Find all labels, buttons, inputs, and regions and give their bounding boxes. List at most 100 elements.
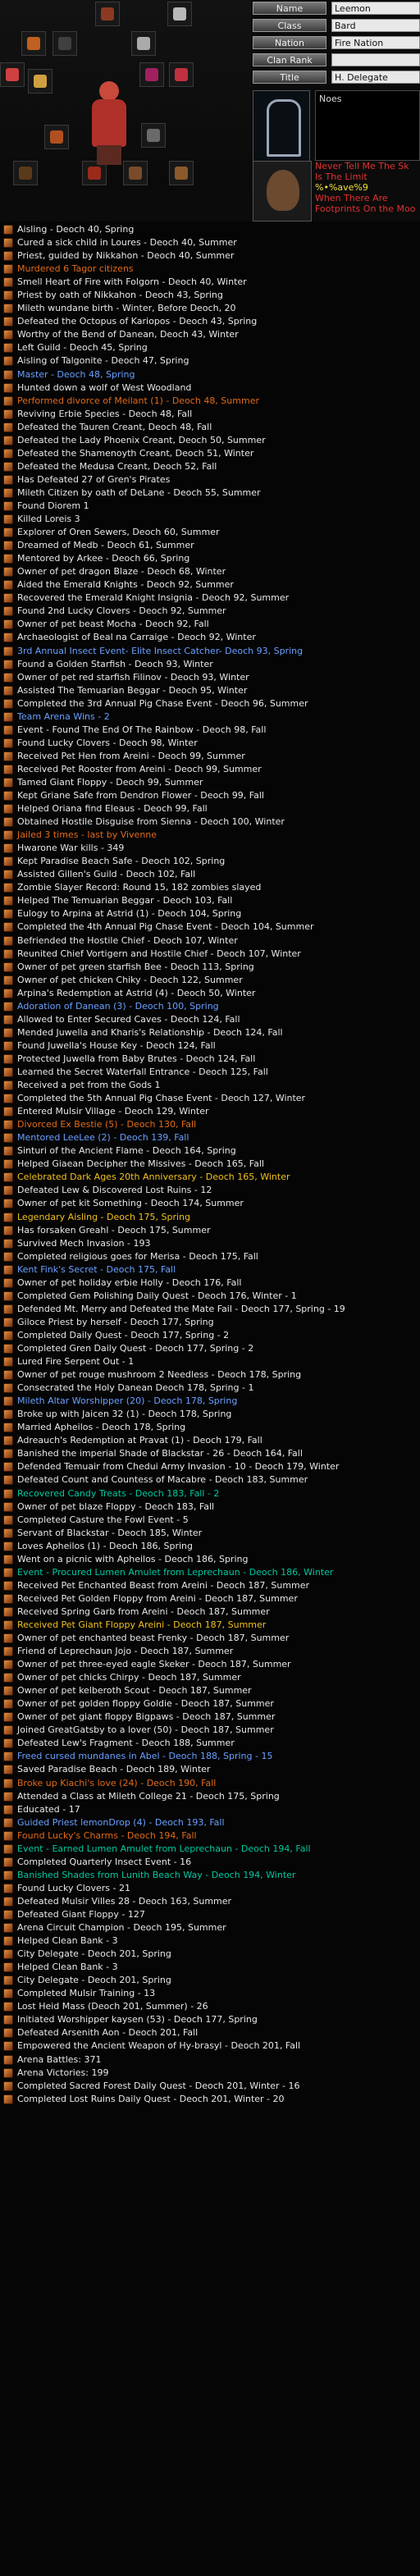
legend-mark: Event - Found The End Of The Rainbow - D… [0, 724, 420, 737]
legend-mark: Event - Earned Lumen Amulet from Leprech… [0, 1843, 420, 1856]
legend-mark-text: Helped Oriana find Eleaus - Deoch 99, Fa… [17, 803, 208, 815]
legend-mark-text: Received Pet Giant Floppy Areini - Deoch… [17, 1619, 267, 1630]
notes-box[interactable]: Noes [315, 90, 420, 161]
equip-slot-left-ring[interactable] [0, 62, 25, 87]
equip-slot-helmet[interactable] [95, 2, 120, 26]
legend-mark: Found Lucky Clovers - 21 [0, 1882, 420, 1895]
legend-mark-text: Helped The Temuarian Beggar - Deoch 103,… [17, 895, 233, 907]
equip-slot-weapon[interactable] [21, 31, 46, 56]
legend-mark: Owner of pet golden floppy Goldie - Deoc… [0, 1697, 420, 1710]
legend-mark: Owner of pet kelberoth Scout - Deoch 187… [0, 1684, 420, 1697]
legend-mark-icon [3, 593, 13, 604]
legend-mark-text: Owner of pet holiday erbie Holly - Deoch… [17, 1277, 242, 1288]
legend-mark-icon [3, 2094, 13, 2104]
legend-mark-icon [3, 1212, 13, 1222]
equip-slot-overcoat[interactable] [169, 161, 194, 185]
profile-row-class: Class Bard [253, 19, 420, 32]
legend-mark: Found Diorem 1 [0, 500, 420, 513]
equip-slot-belt[interactable] [44, 125, 69, 149]
legend-mark: Left Guild - Deoch 45, Spring [0, 341, 420, 354]
legend-mark: Arena Circuit Champion - Deoch 195, Summ… [0, 1921, 420, 1934]
legend-mark-icon [3, 1185, 13, 1196]
equip-slot-boots[interactable] [13, 161, 38, 185]
legend-mark-icon [3, 1475, 13, 1486]
legend-mark-icon [3, 975, 13, 985]
legend-mark-icon [3, 1791, 13, 1802]
legend-mark-text: Defeated Lew's Fragment - Deoch 188, Sum… [17, 1738, 235, 1749]
legend-mark-text: Kept Griane Safe from Dendron Flower - D… [17, 790, 264, 802]
legend-mark-text: Aided the Emerald Knights - Deoch 92, Su… [17, 579, 234, 591]
legend-mark: Allowed to Enter Secured Caves - Deoch 1… [0, 1013, 420, 1026]
equip-slot-right-ring[interactable] [139, 62, 164, 87]
legend-mark-text: Kent Fink's Secret - Deoch 175, Fall [17, 1263, 176, 1275]
legend-mark-icon [3, 1277, 13, 1288]
legend-mark-icon [3, 238, 13, 249]
legend-mark-icon [3, 777, 13, 788]
legend-mark-icon [3, 659, 13, 669]
legend-mark-icon [3, 1238, 13, 1249]
legend-mark: Completed the 4th Annual Pig Chase Event… [0, 920, 420, 934]
legend-mark-icon [3, 2028, 13, 2039]
legend-mark-icon [3, 948, 13, 959]
legend-mark: Mentored LeeLee (2) - Deoch 139, Fall [0, 1131, 420, 1144]
legend-mark-text: Completed Gem Polishing Daily Quest - De… [17, 1290, 297, 1301]
legend-mark-text: Owner of pet kit Something - Deoch 174, … [17, 1198, 244, 1209]
equip-slot-greaves[interactable] [141, 123, 166, 148]
legend-mark-text: Owner of pet red starfish Filinov - Deoc… [17, 671, 249, 683]
legend-mark-text: Received a pet from the Gods 1 [17, 1080, 161, 1091]
equip-slot-earring[interactable] [131, 31, 156, 56]
equip-slot-gauntlet[interactable] [169, 62, 194, 87]
legend-mark: Defeated Arsenith Aon - Deoch 201, Fall [0, 2026, 420, 2039]
legend-mark-icon [3, 1462, 13, 1473]
legend-mark-icon [3, 1317, 13, 1327]
legend-mark: Defeated Count and Countess of Macabre -… [0, 1473, 420, 1487]
legend-mark-text: Lost Heid Mass (Deoch 201, Summer) - 26 [17, 2001, 208, 2012]
class-value: Bard [331, 19, 420, 32]
legend-mark-icon [3, 1857, 13, 1867]
legend-mark-text: Went on a picnic with Apheilos - Deoch 1… [17, 1553, 249, 1564]
legend-mark-icon [3, 422, 13, 432]
legend-mark-text: 3rd Annual Insect Event- Elite Insect Ca… [17, 645, 304, 656]
legend-mark-icon [3, 1014, 13, 1025]
legend-mark-text: Servant of Blackstar - Deoch 185, Winter [17, 1527, 203, 1538]
legend-mark: Killed Loreis 3 [0, 513, 420, 526]
legend-mark-icon [3, 843, 13, 854]
legend-mark: Mentored by Arkee - Deoch 66, Spring [0, 552, 420, 565]
gate-icon [267, 99, 301, 157]
legend-mark-text: Initiated Worshipper kaysen (53) - Deoch… [17, 2014, 258, 2026]
legend-mark-text: Completed Quarterly Insect Event - 16 [17, 1856, 192, 1867]
legend-mark-icon [3, 791, 13, 802]
legend-mark-icon [3, 1567, 13, 1578]
legend-mark-icon [3, 1172, 13, 1183]
legend-mark-icon [3, 1396, 13, 1407]
equip-slot-shield[interactable] [28, 69, 52, 94]
equip-slot-necklace[interactable] [167, 2, 192, 26]
legend-mark-icon [3, 1778, 13, 1788]
legend-mark-text: Saved Paradise Beach - Deoch 189, Winter [17, 1764, 211, 1775]
legend-mark-text: Eulogy to Arpina at Astrid (1) - Deoch 1… [17, 908, 242, 920]
legend-mark-icon [3, 1936, 13, 1947]
legend-mark: Archaeologist of Beal na Carraige - Deoc… [0, 631, 420, 644]
legend-mark-icon [3, 1383, 13, 1394]
legend-mark: Broke up with Jaicen 32 (1) - Deoch 178,… [0, 1408, 420, 1421]
legend-mark-icon [3, 883, 13, 893]
legend-mark-icon [3, 1712, 13, 1723]
legend-mark: Recovered the Emerald Knight Insignia - … [0, 591, 420, 605]
legend-mark-icon [3, 2080, 13, 2091]
legend-mark-text: Left Guild - Deoch 45, Spring [17, 342, 148, 354]
legend-mark-text: Defeated the Lady Phoenix Creant, Deoch … [17, 434, 266, 445]
legend-mark-text: Hunted down a wolf of West Woodland [17, 381, 192, 393]
notes-label: Noes [319, 94, 342, 104]
legend-mark-icon [3, 1330, 13, 1341]
legend-mark: Lured Fire Serpent Out - 1 [0, 1355, 420, 1368]
legend-mark: Priest, guided by Nikkahon - Deoch 40, S… [0, 249, 420, 263]
legend-mark-text: Reviving Erbie Species - Deoch 48, Fall [17, 408, 193, 419]
field-label: Nation [253, 36, 326, 49]
legend-mark: Jailed 3 times - last by Vivenne [0, 829, 420, 842]
equip-slot-armor[interactable] [52, 31, 77, 56]
legend-mark: Loves Apheilos (1) - Deoch 186, Spring [0, 1540, 420, 1553]
legend-mark-text: Defeated the Medusa Creant, Deoch 52, Fa… [17, 460, 217, 472]
legend-mark: Helped Clean Bank - 3 [0, 1961, 420, 1974]
legend-mark-text: Killed Loreis 3 [17, 514, 80, 525]
legend-mark: Defeated the Lady Phoenix Creant, Deoch … [0, 434, 420, 447]
